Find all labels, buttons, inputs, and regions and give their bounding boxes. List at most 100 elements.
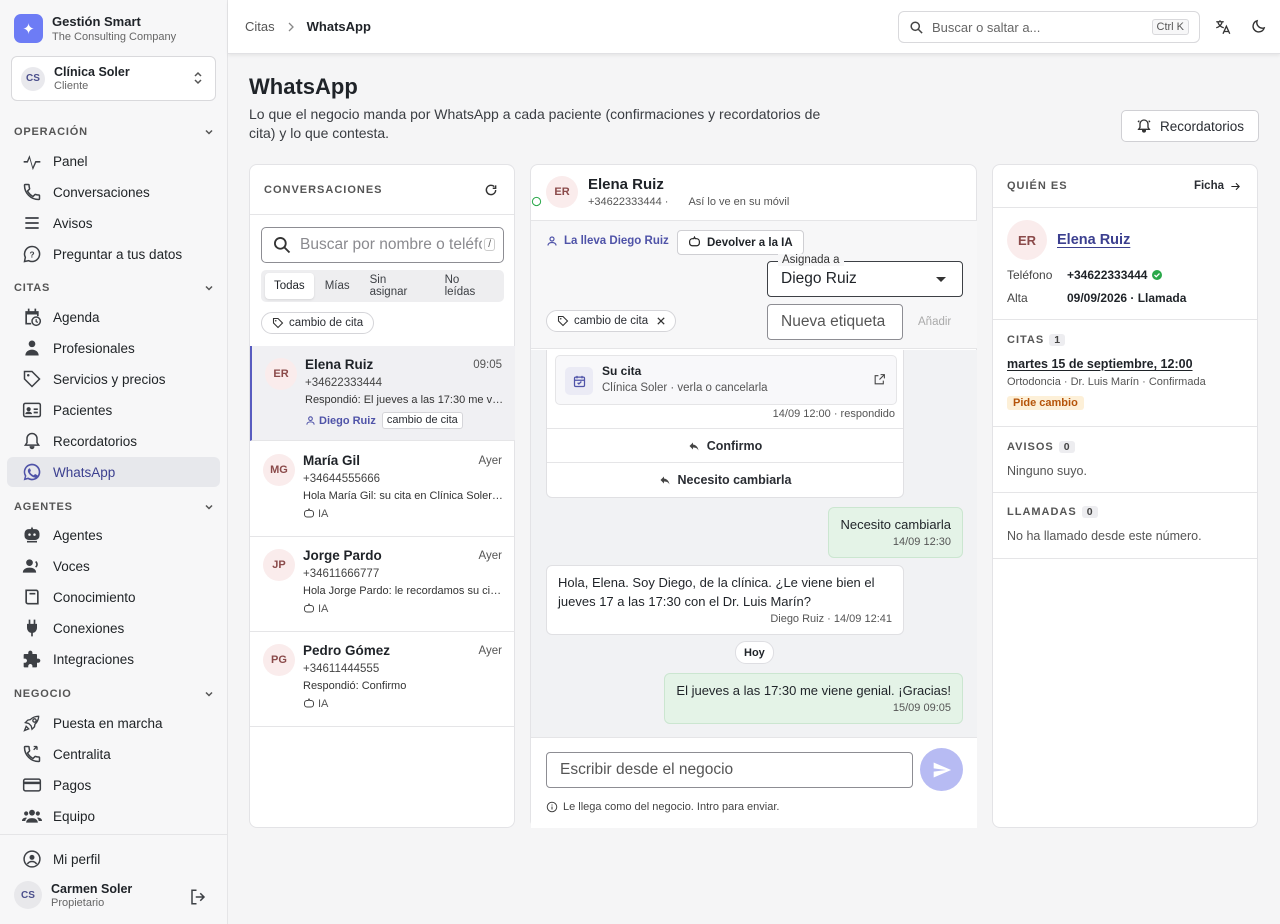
nav-mi-perfil[interactable]: Mi perfil [7, 844, 220, 874]
nav-label: Preguntar a tus datos [53, 246, 183, 262]
avatar: ER [1007, 220, 1047, 260]
question-chat-icon: ? [23, 245, 41, 263]
filter-todas[interactable]: Todas [265, 273, 314, 299]
nav-conexiones[interactable]: Conexiones [7, 613, 220, 643]
client-switcher[interactable]: CS Clínica Soler Cliente [11, 56, 216, 101]
tag-filter-chip[interactable]: cambio de cita [261, 312, 375, 334]
return-to-ai-button[interactable]: Devolver a la IA [677, 230, 804, 255]
appointment-link[interactable]: martes 15 de septiembre, 12:00 [1007, 357, 1193, 371]
logout-icon[interactable] [189, 888, 207, 906]
filter-no-leidas[interactable]: No leídas [436, 273, 500, 299]
nav-pacientes[interactable]: Pacientes [7, 395, 220, 425]
nav-label: Puesta en marcha [53, 715, 163, 731]
llamadas-section: LLAMADAS 0 No ha llamado desde este númer… [993, 493, 1257, 559]
nav-equipo[interactable]: Equipo [7, 801, 220, 831]
assignee-select[interactable]: Asignada a Diego Ruiz [767, 254, 963, 297]
conversation-item[interactable]: JP Jorge Pardo Ayer +34611666777 Hola Jo… [250, 537, 515, 632]
section-operacion[interactable]: OPERACIÓN [14, 126, 214, 138]
brand[interactable]: ✦ Gestión Smart The Consulting Company [14, 14, 176, 43]
brand-sub: The Consulting Company [52, 31, 177, 43]
robot-icon [304, 603, 314, 613]
nav-pagos[interactable]: Pagos [7, 770, 220, 800]
incoming-message: Hola, Elena. Soy Diego, de la clínica. ¿… [546, 565, 904, 635]
breadcrumb-parent[interactable]: Citas [245, 19, 275, 34]
send-button[interactable] [920, 748, 963, 791]
nav-label: Agentes [53, 527, 103, 543]
nav-profesionales[interactable]: Profesionales [7, 333, 220, 363]
add-tag-button[interactable]: Añadir [918, 316, 951, 328]
ficha-link[interactable]: Ficha [1194, 180, 1241, 192]
search-shortcut: / [484, 238, 495, 251]
llamadas-header: LLAMADAS 0 [1007, 506, 1098, 518]
nav-label: Conversaciones [53, 184, 150, 200]
nav-panel[interactable]: Panel [7, 146, 220, 176]
dark-mode-icon[interactable] [1250, 18, 1267, 35]
message-meta: Diego Ruiz · 14/09 12:41 [770, 613, 892, 625]
global-search[interactable]: Buscar o saltar a... Ctrl K [898, 11, 1200, 43]
nav-integraciones[interactable]: Integraciones [7, 644, 220, 674]
nav-conversaciones[interactable]: Conversaciones [7, 177, 220, 207]
nav-label: Integraciones [53, 651, 135, 667]
current-user[interactable]: CS Carmen Soler Propietario [14, 881, 132, 909]
external-link-icon[interactable] [873, 373, 886, 386]
tag-filter-label: cambio de cita [289, 317, 364, 329]
message-thread: Su cita Clínica Soler · verla o cancelar… [531, 350, 977, 737]
person-icon [306, 416, 315, 425]
message-text: Hola, Elena. Soy Diego, de la clínica. ¿… [558, 575, 875, 609]
citas-label: CITAS [1007, 334, 1045, 346]
conversation-search-input[interactable]: Buscar por nombre o teléfono / [261, 227, 504, 263]
close-icon[interactable] [657, 317, 665, 325]
outgoing-message: El jueves a las 17:30 me viene genial. ¡… [664, 673, 963, 724]
nav-agenda[interactable]: Agenda [7, 302, 220, 332]
nav-label: Panel [53, 153, 88, 169]
avatar: MG [263, 454, 295, 486]
conversation-item[interactable]: PG Pedro Gómez Ayer +34611444555 Respond… [250, 632, 515, 727]
conversation-item[interactable]: ER Elena Ruiz 09:05 +34622333444 Respond… [250, 346, 515, 441]
mobile-preview-link[interactable]: Así lo ve en su móvil [688, 196, 789, 208]
user-circle-icon [23, 850, 41, 868]
filter-sin-asignar[interactable]: Sin asignar [361, 273, 434, 299]
conversation-item[interactable]: MG María Gil Ayer +34644555666 Hola Marí… [250, 442, 515, 537]
section-citas[interactable]: CITAS [14, 282, 214, 294]
nav-recordatorios[interactable]: Recordatorios [7, 426, 220, 456]
section-label: NEGOCIO [14, 688, 72, 700]
nav-agentes[interactable]: Agentes [7, 520, 220, 550]
quick-reply-cambiar[interactable]: Necesito cambiarla [547, 462, 903, 496]
filter-mias[interactable]: Mías [316, 273, 359, 299]
nav-conocimiento[interactable]: Conocimiento [7, 582, 220, 612]
robot-icon [304, 508, 314, 518]
phone-label: Teléfono [1007, 268, 1053, 282]
return-to-ai-label: Devolver a la IA [707, 236, 793, 249]
nav-centralita[interactable]: Centralita [7, 739, 220, 769]
section-agentes[interactable]: AGENTES [14, 501, 214, 513]
alta-value: 09/09/2026 · Llamada [1067, 291, 1187, 305]
contact-summary: ER Elena Ruiz Teléfono +34622333444 Alta… [993, 208, 1257, 320]
conversation-filters: Todas Mías Sin asignar No leídas [261, 270, 504, 302]
topbar: Citas WhatsApp Buscar o saltar a... Ctrl… [228, 0, 1280, 54]
nav-servicios[interactable]: Servicios y precios [7, 364, 220, 394]
new-tag-input[interactable]: Nueva etiqueta [767, 304, 903, 340]
nav-puesta-en-marcha[interactable]: Puesta en marcha [7, 708, 220, 738]
agent-name: IA [318, 698, 329, 710]
refresh-icon[interactable] [484, 183, 498, 197]
nav-preguntar[interactable]: ? Preguntar a tus datos [7, 239, 220, 269]
nav-voces[interactable]: Voces [7, 551, 220, 581]
section-negocio[interactable]: NEGOCIO [14, 688, 214, 700]
contact-name-link[interactable]: Elena Ruiz [1057, 232, 1130, 248]
client-name: Clínica Soler [54, 65, 130, 79]
contact-name: Elena Ruiz [305, 357, 374, 372]
appointment-card[interactable]: Su cita Clínica Soler · verla o cancelar… [555, 355, 897, 405]
dropdown-arrow-icon [936, 277, 946, 282]
pulse-icon [23, 155, 41, 171]
message-input[interactable]: Escribir desde el negocio [546, 752, 913, 788]
reply-icon [660, 476, 670, 484]
nav-label: Voces [53, 558, 90, 574]
recordatorios-button[interactable]: Recordatorios [1121, 110, 1259, 142]
status-badge: Pide cambio [1007, 396, 1084, 410]
quick-reply-confirmo[interactable]: Confirmo [547, 428, 903, 462]
avatar: CS [14, 881, 42, 909]
translate-icon[interactable] [1214, 18, 1232, 36]
nav-avisos[interactable]: Avisos [7, 208, 220, 238]
contact-phone: +34644555666 [303, 473, 381, 485]
nav-whatsapp[interactable]: WhatsApp [7, 457, 220, 487]
